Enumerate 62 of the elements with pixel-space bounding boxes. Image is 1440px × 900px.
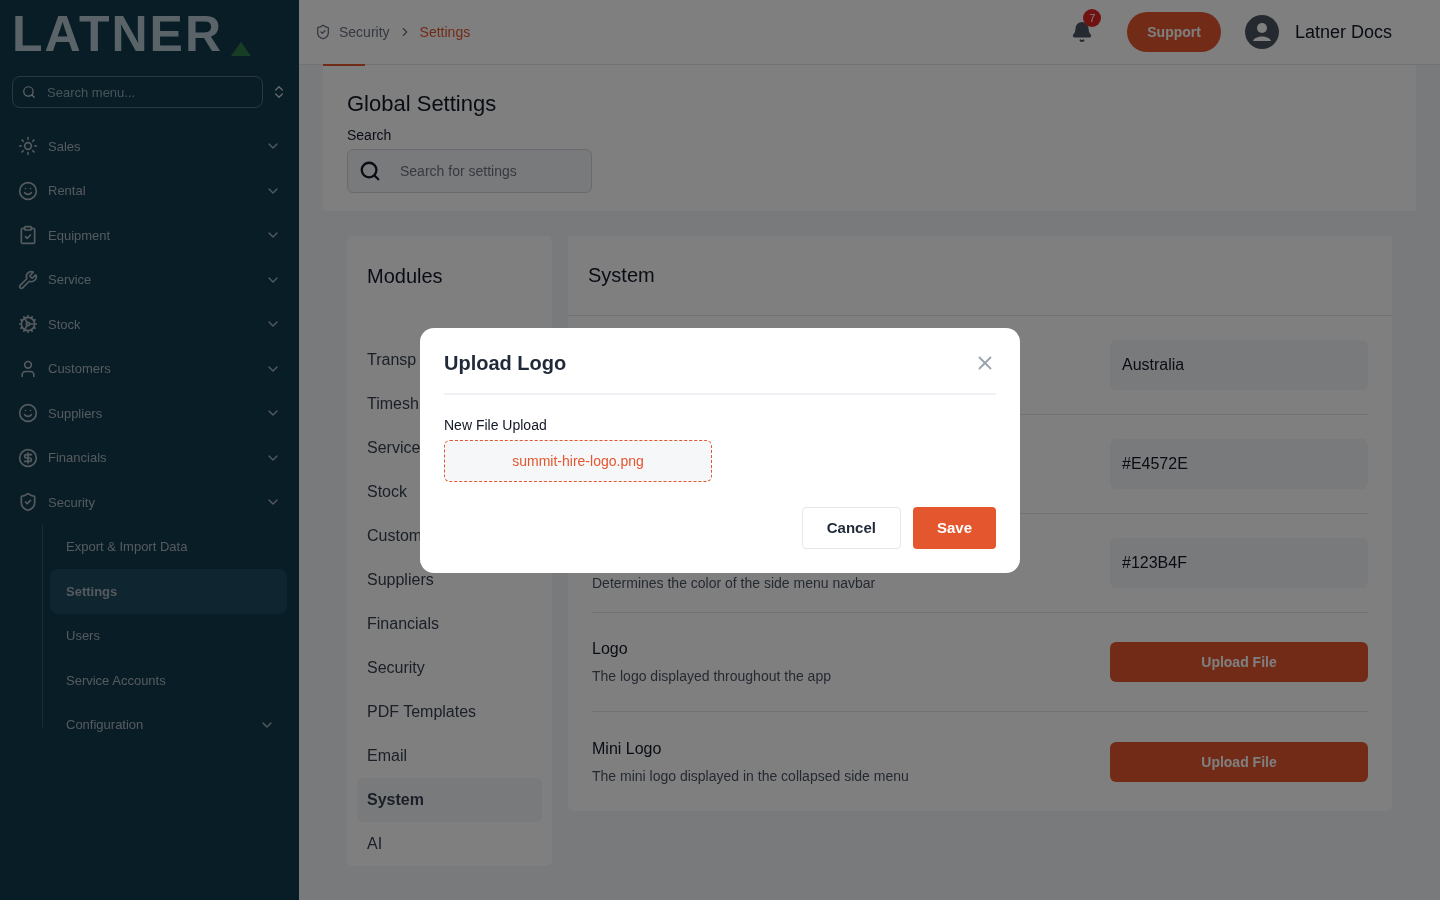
user-name[interactable]: Latner Docs [1294,21,1392,43]
sidebar-subitem[interactable]: Service Accounts [50,658,287,703]
save-button[interactable]: Save [912,506,996,549]
menu-search-field[interactable]: Search menu... [12,76,263,108]
breadcrumb-link[interactable]: Security [339,24,390,40]
support-button[interactable]: Support [1127,12,1221,52]
sidebar-subitem[interactable]: Users [50,613,287,658]
sidebar-item[interactable]: Security [12,480,287,525]
shield-icon [18,492,38,513]
module-item[interactable]: Email [357,734,542,778]
sidebar-item[interactable]: Customers [12,346,287,391]
dollar-icon [18,447,38,468]
upload-file-button[interactable]: Upload File [1110,642,1368,682]
card-title: System [568,236,1392,316]
settings-search-field[interactable]: Search for settings [347,149,592,193]
setting-label: Logo [592,640,629,658]
wrench-icon [18,269,38,290]
page-title: Global Settings [347,91,498,117]
file-drop-field[interactable]: summit-hire-logo.png [444,439,712,482]
clipboard-check-icon [18,225,38,246]
bell-icon[interactable] [1071,21,1094,43]
module-item[interactable]: Financials [357,602,542,646]
sidebar-item[interactable]: Equipment [12,213,287,258]
sidebar-subitem[interactable]: Configuration [50,702,287,747]
sun-icon [18,136,38,157]
dialog-title: Upload Logo [444,351,567,375]
setting-description: The mini logo displayed in the collapsed side menu [592,767,910,784]
sidebar-item[interactable]: Service [12,257,287,302]
face-icon [18,180,38,201]
sidebar-item[interactable]: Sales [12,124,287,169]
sidebar-item[interactable]: Financials [12,435,287,480]
sidebar-subitem[interactable]: Settings [50,569,287,614]
upload-file-button[interactable]: Upload File [1110,741,1368,782]
search-label: Search [347,127,393,143]
sidebar-subitem[interactable]: Export & Import Data [50,524,287,569]
field-label: New File Upload [444,416,548,433]
gear-icon [18,314,38,335]
breadcrumb-link[interactable]: Settings [419,24,471,40]
search-icon [22,85,36,99]
search-icon [359,160,381,182]
module-item[interactable]: PDF Templates [357,690,542,734]
setting-value-field[interactable]: Australia [1110,340,1368,390]
cancel-button[interactable]: Cancel [801,506,901,549]
face-icon [18,403,38,424]
setting-description: The logo displayed throughout the app [592,668,832,684]
setting-value-field[interactable]: #123B4F [1110,538,1368,588]
avatar-icon[interactable] [1244,15,1279,49]
setting-description: Determines the color of the side menu navbar [592,575,877,591]
sidebar-item[interactable]: Rental [12,168,287,213]
logo: LATNER [12,9,224,59]
setting-value-field[interactable]: #E4572E [1110,439,1368,489]
logo-triangle-icon [231,42,252,56]
sidebar-item[interactable]: Suppliers [12,391,287,436]
user-icon [18,358,38,379]
module-item[interactable]: AI [357,822,542,866]
notification-badge: 7 [1083,9,1102,27]
setting-label: Mini Logo [592,739,663,758]
sidebar-item[interactable]: Stock [12,302,287,347]
module-item[interactable]: System [357,778,542,822]
tab-indicator [323,64,365,66]
module-item[interactable]: Security [357,646,542,690]
shield-icon [315,24,331,40]
